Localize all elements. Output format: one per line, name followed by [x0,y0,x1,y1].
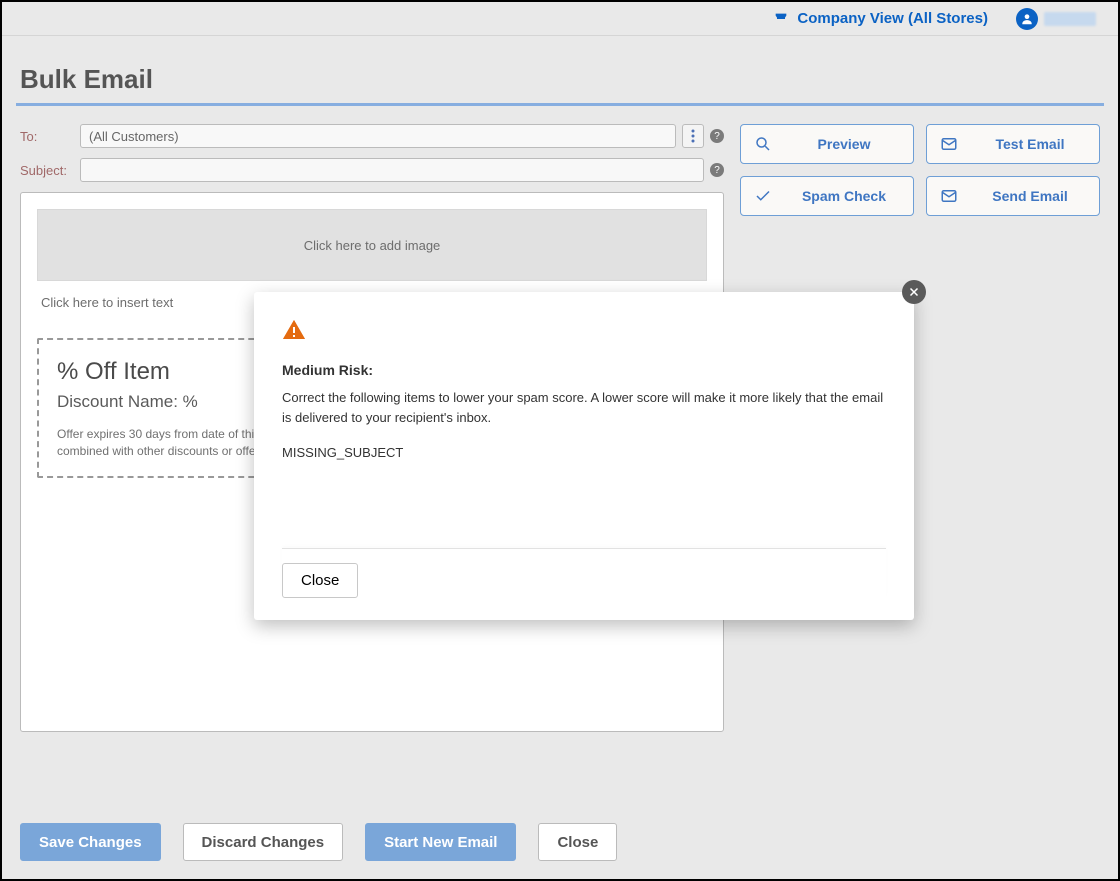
top-bar: Company View (All Stores) [2,2,1118,36]
start-new-email-button[interactable]: Start New Email [365,823,516,861]
close-button[interactable]: Close [538,823,617,861]
mail-icon [939,187,959,205]
warning-icon [282,318,886,342]
send-email-label: Send Email [973,188,1087,204]
modal-title: Medium Risk: [282,362,886,378]
to-row: To: ? [20,124,724,148]
right-column: Preview Test Email Spam Check Send Em [740,124,1100,216]
user-name [1044,12,1096,26]
search-icon [753,135,773,153]
to-help-icon[interactable]: ? [710,129,724,143]
company-view-label: Company View (All Stores) [797,10,988,27]
test-email-button[interactable]: Test Email [926,124,1100,164]
modal-footer: Close [282,548,886,598]
company-view-selector[interactable]: Company View (All Stores) [773,10,988,27]
check-icon [753,187,773,205]
test-email-label: Test Email [973,136,1087,152]
to-input[interactable] [80,124,676,148]
mail-icon [939,135,959,153]
spam-check-label: Spam Check [787,188,901,204]
store-icon [773,11,789,27]
to-options-button[interactable] [682,124,704,148]
save-changes-button[interactable]: Save Changes [20,823,161,861]
image-placeholder[interactable]: Click here to add image [37,209,707,281]
spam-check-modal: Medium Risk: Correct the following items… [254,292,914,620]
subject-help-icon[interactable]: ? [710,163,724,177]
subject-input[interactable] [80,158,704,182]
modal-body-text: Correct the following items to lower you… [282,388,886,427]
subject-label: Subject: [20,163,74,178]
spam-check-button[interactable]: Spam Check [740,176,914,216]
modal-close-icon[interactable] [902,280,926,304]
modal-body: Correct the following items to lower you… [282,388,886,548]
discard-changes-button[interactable]: Discard Changes [183,823,344,861]
preview-label: Preview [787,136,901,152]
subject-row: Subject: ? [20,158,724,182]
modal-close-button[interactable]: Close [282,563,358,598]
bottom-bar: Save Changes Discard Changes Start New E… [20,823,617,861]
kebab-icon [691,129,695,143]
user-menu[interactable] [1016,8,1096,30]
user-avatar-icon [1016,8,1038,30]
to-label: To: [20,129,74,144]
modal-code: MISSING_SUBJECT [282,443,886,463]
preview-button[interactable]: Preview [740,124,914,164]
page-title: Bulk Email [2,36,1118,99]
send-email-button[interactable]: Send Email [926,176,1100,216]
